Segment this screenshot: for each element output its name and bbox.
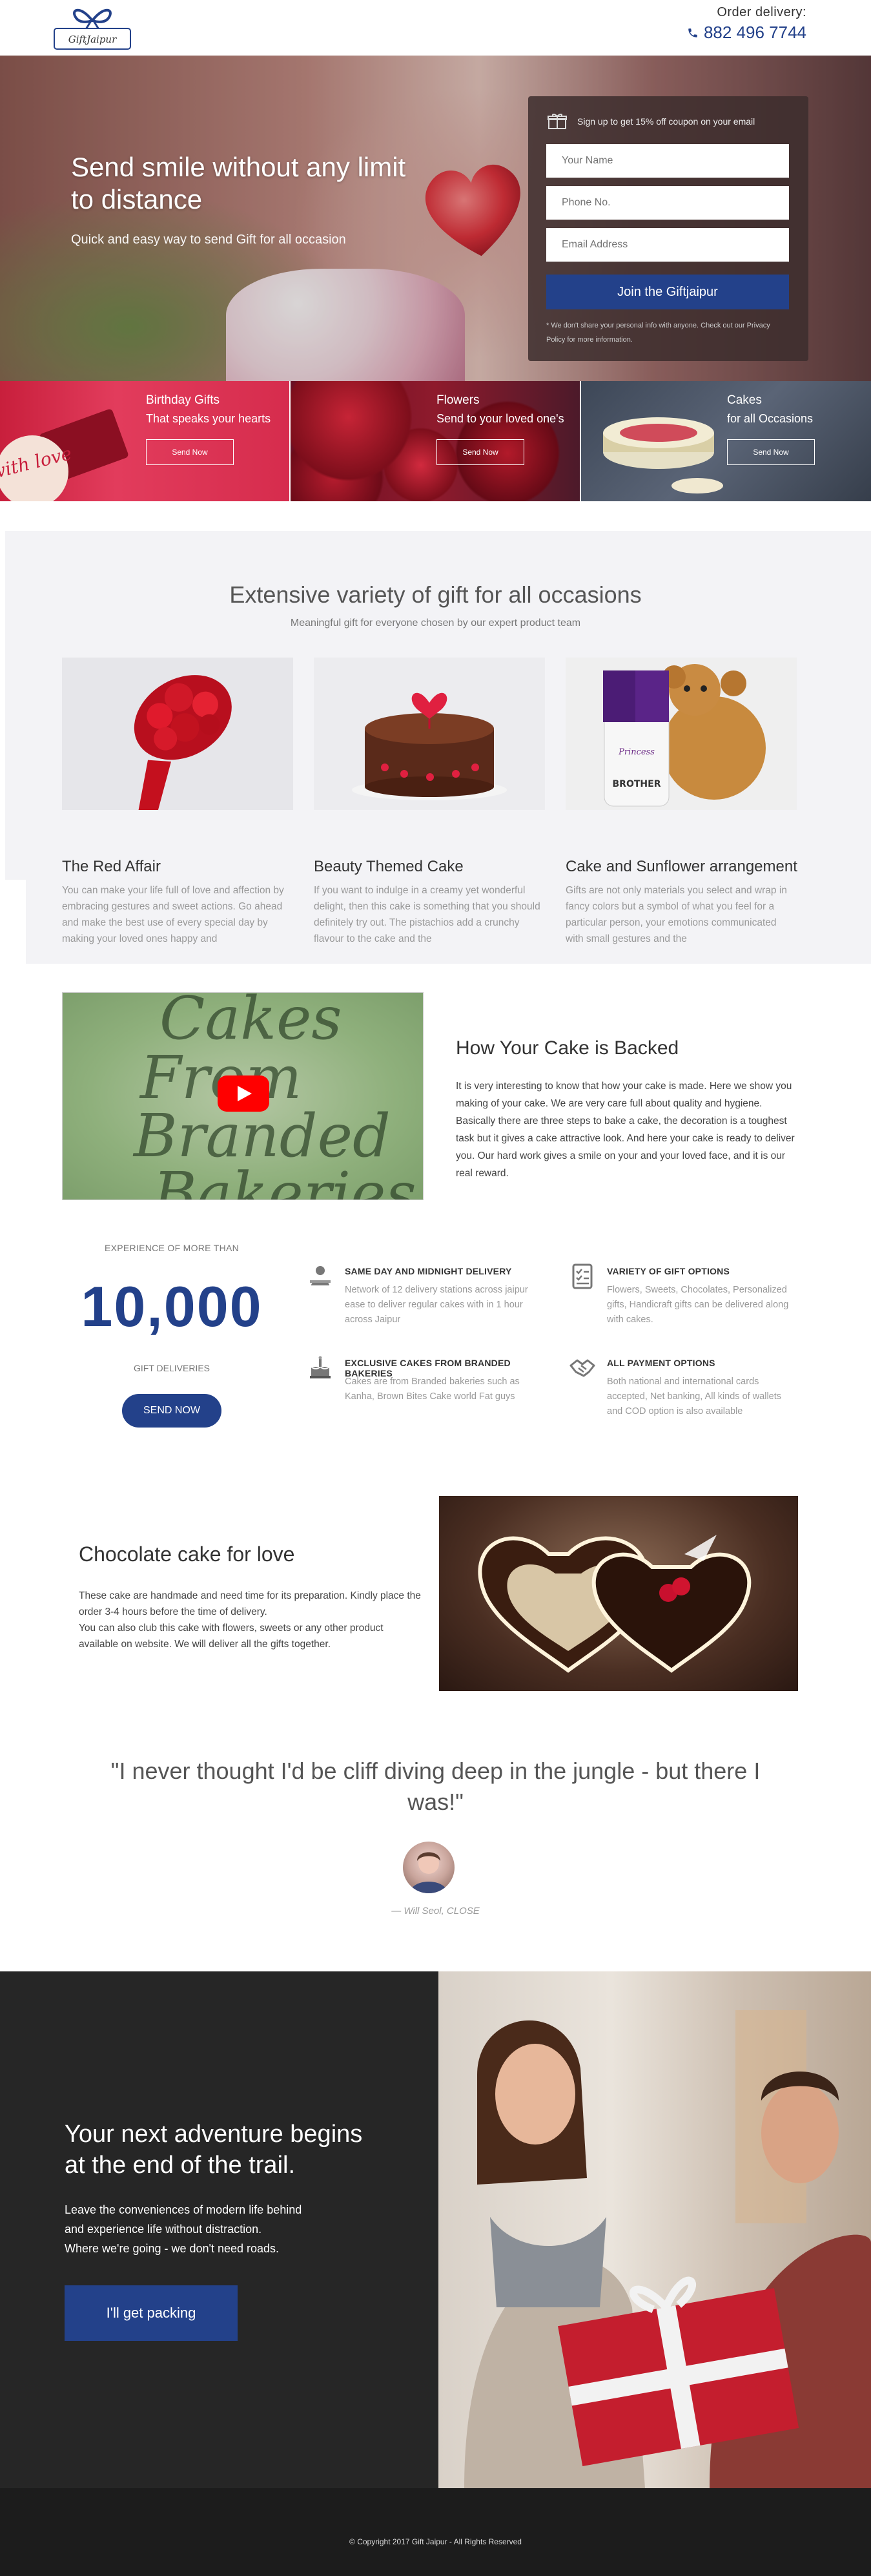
- chocolate-text-1: These cake are handmade and need time fo…: [79, 1590, 421, 1617]
- how-title: How Your Cake is Backed: [456, 1037, 679, 1059]
- category-subtitle: for all Occasions: [727, 412, 814, 425]
- delivery-person-icon: [310, 1266, 331, 1285]
- feature-title: VARIETY OF GIFT OPTIONS: [607, 1266, 730, 1276]
- cake-icon: [310, 1356, 331, 1378]
- product-image-red-affair[interactable]: [62, 658, 293, 810]
- variety-edge: [5, 880, 26, 977]
- cheesecake-image: [603, 417, 723, 493]
- feature-desc: Network of 12 delivery stations across j…: [345, 1285, 528, 1325]
- category-birthday[interactable]: with love Birthday Gifts That speaks you…: [0, 381, 291, 501]
- adventure-line: and experience life without distraction.: [65, 2223, 262, 2236]
- order-label: Order delivery:: [717, 5, 806, 19]
- site-header: GiftJaipur Order delivery: 882 496 7744: [0, 0, 871, 56]
- product-image-beauty-cake[interactable]: [314, 658, 545, 810]
- product-name[interactable]: Beauty Themed Cake: [314, 858, 464, 876]
- join-button[interactable]: Join the Giftjaipur: [546, 275, 789, 309]
- play-icon[interactable]: [218, 1075, 269, 1112]
- feature-title: ALL PAYMENT OPTIONS: [607, 1358, 715, 1368]
- experience-label: EXPERIENCE OF MORE THAN: [104, 1243, 240, 1253]
- couple-gift-photo: [438, 1971, 871, 2488]
- adventure-text: Leave the conveniences of modern life be…: [65, 2200, 387, 2258]
- category-subtitle: Send to your loved one's: [436, 412, 564, 425]
- form-heading-text: Sign up to get 15% off coupon on your em…: [577, 116, 755, 127]
- phone-number[interactable]: 882 496 7744: [704, 23, 806, 43]
- send-now-button[interactable]: SEND NOW: [122, 1394, 221, 1428]
- phone-link[interactable]: 882 496 7744: [687, 23, 806, 43]
- category-text: Cakes for all Occasions: [727, 391, 813, 428]
- site-footer: [0, 2488, 871, 2576]
- category-subtitle: That speaks your hearts: [146, 412, 271, 425]
- avatar: [403, 1842, 455, 1893]
- flowers-send-now-button[interactable]: Send Now: [436, 439, 524, 465]
- cakes-send-now-button[interactable]: Send Now: [727, 439, 815, 465]
- category-title: Flowers: [436, 393, 480, 407]
- phone-field[interactable]: [546, 186, 789, 220]
- category-text: Birthday Gifts That speaks your hearts: [146, 391, 271, 428]
- deliveries-label: GIFT DELIVERIES: [134, 1363, 210, 1373]
- hero-headline: Send smile without any limit to distance: [71, 152, 406, 214]
- form-heading: Sign up to get 15% off coupon on your em…: [548, 113, 790, 130]
- checklist-icon: [572, 1263, 593, 1289]
- product-description: You can make your life full of love and …: [62, 885, 284, 944]
- category-cakes[interactable]: Cakes for all Occasions Send Now: [581, 381, 871, 501]
- phone-icon: [688, 28, 697, 37]
- product-image-cake-sunflower[interactable]: Princess BROTHER: [566, 658, 797, 810]
- hero-subtitle: Quick and easy way to send Gift for all …: [71, 233, 346, 247]
- privacy-note: * We don't share your personal info with…: [546, 322, 770, 344]
- category-title: Birthday Gifts: [146, 393, 220, 407]
- product-description: If you want to indulge in a creamy yet w…: [314, 885, 540, 944]
- birthday-send-now-button[interactable]: Send Now: [146, 439, 234, 465]
- adventure-line: Where we're going - we don't need roads.: [65, 2242, 280, 2255]
- category-banners: with love Birthday Gifts That speaks you…: [0, 381, 871, 501]
- product-name[interactable]: Cake and Sunflower arrangement: [566, 858, 797, 876]
- feature-desc: Cakes are from Branded bakeries such as …: [345, 1376, 520, 1402]
- category-flowers[interactable]: Flowers Send to your loved one's Send No…: [291, 381, 581, 501]
- order-delivery: Order delivery: 882 496 7744: [687, 5, 806, 43]
- delivery-count: 10,000: [81, 1274, 263, 1338]
- gift-box-image: with love: [0, 409, 128, 501]
- mug-text-brother: BROTHER: [613, 779, 661, 789]
- copyright: © Copyright 2017 Gift Jaipur - All Right…: [349, 2537, 522, 2546]
- variety-title: Extensive variety of gift for all occasi…: [229, 581, 642, 608]
- chocolate-cake-image: [439, 1496, 798, 1691]
- feature-desc: Flowers, Sweets, Chocolates, Personalize…: [607, 1285, 789, 1325]
- feature-desc: Both national and international cards ac…: [607, 1376, 782, 1417]
- testimonial-quote: "I never thought I'd be cliff diving dee…: [110, 1758, 761, 1815]
- site-logo[interactable]: GiftJaipur: [52, 4, 133, 50]
- category-title: Cakes: [727, 393, 762, 407]
- chocolate-title: Chocolate cake for love: [79, 1542, 295, 1566]
- get-packing-button[interactable]: I'll get packing: [65, 2285, 238, 2341]
- mug-text: Princess: [618, 747, 655, 757]
- video-text-line: Bakeries: [153, 1159, 416, 1200]
- name-field[interactable]: [546, 144, 789, 178]
- adventure-line: Leave the conveniences of modern life be…: [65, 2203, 302, 2216]
- product-description: Gifts are not only materials you select …: [566, 885, 787, 944]
- category-text: Flowers Send to your loved one's: [436, 391, 564, 428]
- adventure-title: Your next adventure begins at the end of…: [65, 2121, 363, 2179]
- hero-section: Send smile without any limit to distance…: [0, 56, 871, 381]
- how-text: It is very interesting to know that how …: [456, 1081, 795, 1179]
- testimonial-author: — Will Seol, CLOSE: [391, 1906, 480, 1916]
- video-player[interactable]: Cakes From Branded Bakeries: [62, 992, 424, 1200]
- logo-text: GiftJaipur: [68, 34, 117, 45]
- signup-form: Sign up to get 15% off coupon on your em…: [528, 96, 808, 361]
- email-field[interactable]: [546, 228, 789, 262]
- chocolate-text-2: You can also club this cake with flowers…: [79, 1623, 384, 1650]
- feature-title: SAME DAY AND MIDNIGHT DELIVERY: [345, 1266, 512, 1276]
- variety-subtitle: Meaningful gift for everyone chosen by o…: [290, 618, 581, 628]
- chocolate-text: These cake are handmade and need time fo…: [79, 1588, 421, 1652]
- product-name[interactable]: The Red Affair: [62, 858, 161, 876]
- gift-box-icon: [548, 114, 567, 129]
- handshake-icon: [569, 1359, 595, 1377]
